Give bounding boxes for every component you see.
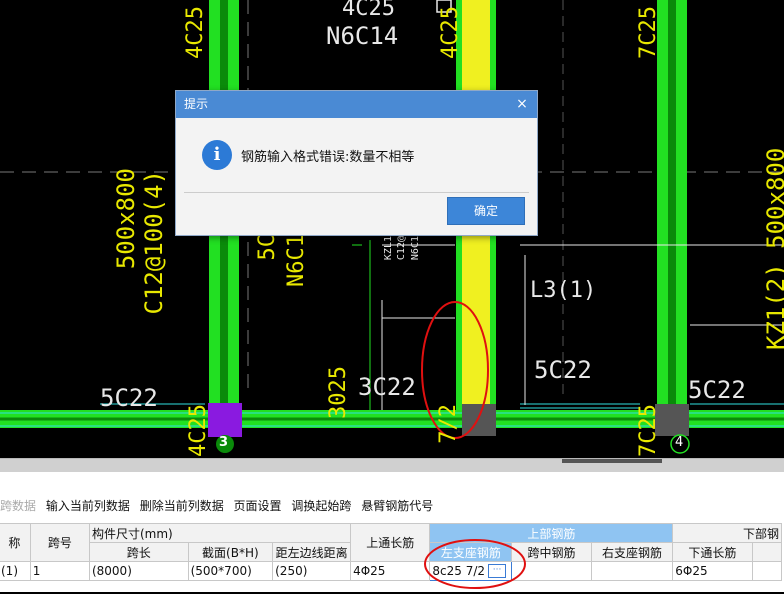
cad-label-7c25-beam: 7C25 [636, 404, 661, 457]
dialog-body: i 钢筋输入格式错误:数量不相等 [184, 118, 529, 193]
cell-name[interactable]: (1) [0, 561, 31, 581]
cad-label-4c25-top-mid: 4C25 [342, 0, 395, 21]
header-name: 称 [0, 523, 31, 562]
toolbar-page-setup[interactable]: 页面设置 [234, 499, 282, 513]
info-icon: i [202, 140, 232, 170]
cad-label-500x800: 500x800 [112, 168, 140, 270]
cad-label-n6c14: N6C14 [326, 22, 399, 50]
header-span-no: 跨号 [29, 523, 90, 562]
cell-span-no[interactable]: 1 [29, 561, 90, 581]
cell-span-length[interactable]: (8000) [88, 561, 189, 581]
cell-bottom-through[interactable]: 6Φ25 [672, 561, 753, 581]
cell-section[interactable]: (500*700) [187, 561, 274, 581]
cad-label-5c22-left: 5C22 [100, 384, 158, 412]
panel-toolbar: 跨数据 输入当前列数据 删除当前列数据 页面设置 调换起始跨 悬臂钢筋代号 [0, 497, 439, 519]
close-icon[interactable]: × [515, 91, 529, 118]
cad-label-c12-small: C12@ [396, 236, 407, 261]
toolbar-copy-span-data[interactable]: 跨数据 [0, 499, 36, 513]
header-right-support: 右支座钢筋 [590, 542, 674, 562]
toolbar-input-column[interactable]: 输入当前列数据 [46, 499, 130, 513]
cad-label-4c25-col: 4C25 [438, 6, 463, 59]
toolbar-cantilever-code[interactable]: 悬臂钢筋代号 [361, 499, 433, 513]
axis-label-4: 4 [675, 435, 684, 450]
cell-top-through[interactable]: 4Φ25 [350, 561, 431, 581]
cell-extra[interactable] [751, 561, 783, 581]
message-dialog: 提示 × i 钢筋输入格式错误:数量不相等 确定 [175, 90, 538, 236]
header-bottom-rebar: 下部钢 [672, 523, 782, 543]
cell-dist-left[interactable]: (250) [272, 561, 352, 581]
cad-label-l3: L3(1) [530, 278, 597, 303]
toolbar-delete-column[interactable]: 删除当前列数据 [140, 499, 224, 513]
cad-label-3025: 3025 [326, 366, 351, 419]
cad-label-4c25-top-left: 4C25 [183, 6, 208, 59]
cad-label-kzl1: KZL1 [383, 236, 394, 261]
dialog-message: 钢筋输入格式错误:数量不相等 [241, 150, 415, 165]
cad-label-8c25: 8C25 7/2 [436, 404, 461, 458]
cad-label-c12: C12@100(4) [140, 170, 168, 315]
toolbar-swap-start-span[interactable]: 调换起始跨 [291, 499, 351, 513]
header-component-size: 构件尺寸(mm) [88, 523, 352, 543]
ok-button[interactable]: 确定 [447, 197, 525, 225]
table-row: (1) 1 (8000) (500*700) (250) 4Φ25 8c25 7… [0, 561, 783, 581]
cad-label-n6c1-mid: N6C1 [284, 234, 309, 287]
dialog-titlebar[interactable]: 提示 × [176, 91, 537, 118]
panel-splitter[interactable] [0, 458, 784, 473]
cad-label-4c25-beam: 4C25 [186, 404, 211, 457]
rebar-input-panel: 跨数据 输入当前列数据 删除当前列数据 页面设置 调换起始跨 悬臂钢筋代号 称 … [0, 472, 784, 592]
cad-label-n6c1-small: N6C1 [410, 236, 421, 261]
cell-right-support[interactable] [590, 561, 674, 581]
cad-label-5c-mid: 5C [255, 234, 280, 261]
cad-label-5c22-mid: 5C22 [534, 356, 592, 384]
rebar-grid: 称 跨号 构件尺寸(mm) 上通长筋 上部钢筋 下部钢 跨长 截面(B*H) 距… [0, 523, 783, 581]
cad-label-7c25-top: 7C25 [636, 6, 661, 59]
red-annotation-circle [424, 539, 526, 589]
header-dist-left: 距左边线距离 [272, 542, 352, 562]
cad-label-3c22: 3C22 [358, 373, 416, 401]
header-bottom-through: 下通长筋 [672, 542, 753, 562]
header-extra [751, 542, 783, 562]
axis-label-3: 3 [219, 435, 229, 450]
cad-label-5c22-right: 5C22 [688, 376, 746, 404]
dialog-title: 提示 [184, 97, 209, 111]
splitter-scroll-thumb[interactable] [562, 459, 662, 463]
cad-label-kz-right: KZ1(2) 500x800 [762, 147, 784, 350]
header-span-length: 跨长 [88, 542, 189, 562]
header-section: 截面(B*H) [187, 542, 274, 562]
header-top-through: 上通长筋 [350, 523, 431, 562]
